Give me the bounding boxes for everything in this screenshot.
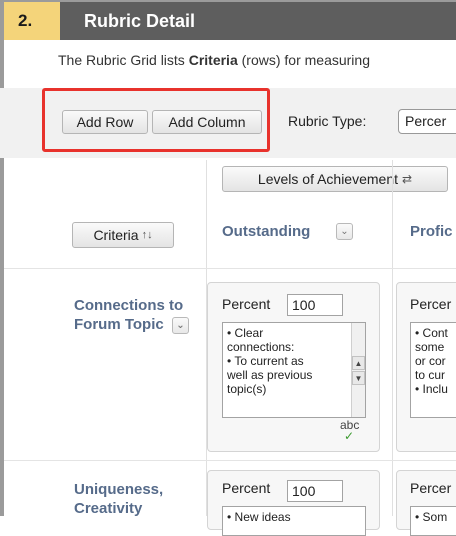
frame-border-left <box>0 0 4 516</box>
percent-label: Percent <box>222 296 271 312</box>
percent-label: Percent <box>222 480 271 496</box>
criteria-sort-button[interactable]: Criteria ↑↓ <box>72 222 174 248</box>
section-description: The Rubric Grid lists Criteria (rows) fo… <box>58 52 370 68</box>
criteria-description-textarea[interactable]: • Cont some or cor to cur • Inclu <box>410 322 456 418</box>
percent-label: Percer <box>410 296 452 312</box>
levels-of-achievement-label: Levels of Achievement <box>257 171 399 187</box>
grid-divider <box>392 160 393 516</box>
annotation-highlight <box>42 88 270 152</box>
column-header-proficient: Profic <box>410 223 453 240</box>
grid-divider <box>4 268 456 269</box>
section-title: Rubric Detail <box>60 2 456 40</box>
percent-input[interactable]: 100 <box>287 480 343 502</box>
criteria-description-textarea[interactable]: • Som <box>410 506 456 536</box>
spellcheck-icon[interactable]: abc ✓ <box>340 418 359 443</box>
column-header-outstanding: Outstanding <box>222 223 311 240</box>
column-options-icon[interactable]: ⌄ <box>336 223 353 240</box>
rubric-type-label: Rubric Type: <box>288 113 367 129</box>
section-title-text: Rubric Detail <box>84 10 196 31</box>
criteria-description-textarea[interactable]: • New ideas <box>222 506 366 536</box>
step-number: 2. <box>4 2 60 40</box>
levels-of-achievement-button[interactable]: Levels of Achievement ⇄ <box>222 166 448 192</box>
row-options-icon[interactable]: ⌄ <box>171 316 189 334</box>
swap-arrows-icon: ⇄ <box>402 172 413 186</box>
percent-label: Percer <box>410 480 452 496</box>
scroll-down-icon[interactable]: ▼ <box>352 371 365 385</box>
scroll-up-icon[interactable]: ▲ <box>352 356 365 370</box>
checkmark-icon: ✓ <box>344 429 355 443</box>
sort-arrows-icon: ↑↓ <box>141 229 153 241</box>
description-emphasis: Criteria <box>188 52 238 68</box>
criteria-description-textarea[interactable]: • Clear connections: • To current as wel… <box>222 322 366 418</box>
textarea-scrollbar[interactable] <box>351 323 365 417</box>
row-title-text: Connections to Forum Topic <box>74 297 184 333</box>
criteria-header-label: Criteria <box>93 227 139 243</box>
grid-divider <box>4 460 456 461</box>
percent-input[interactable]: 100 <box>287 294 343 316</box>
row-title-uniqueness: Uniqueness, Creativity <box>74 481 164 517</box>
rubric-type-select[interactable]: Percer <box>398 109 456 134</box>
row-title-connections: Connections to Forum Topic ⌄ <box>74 296 194 334</box>
